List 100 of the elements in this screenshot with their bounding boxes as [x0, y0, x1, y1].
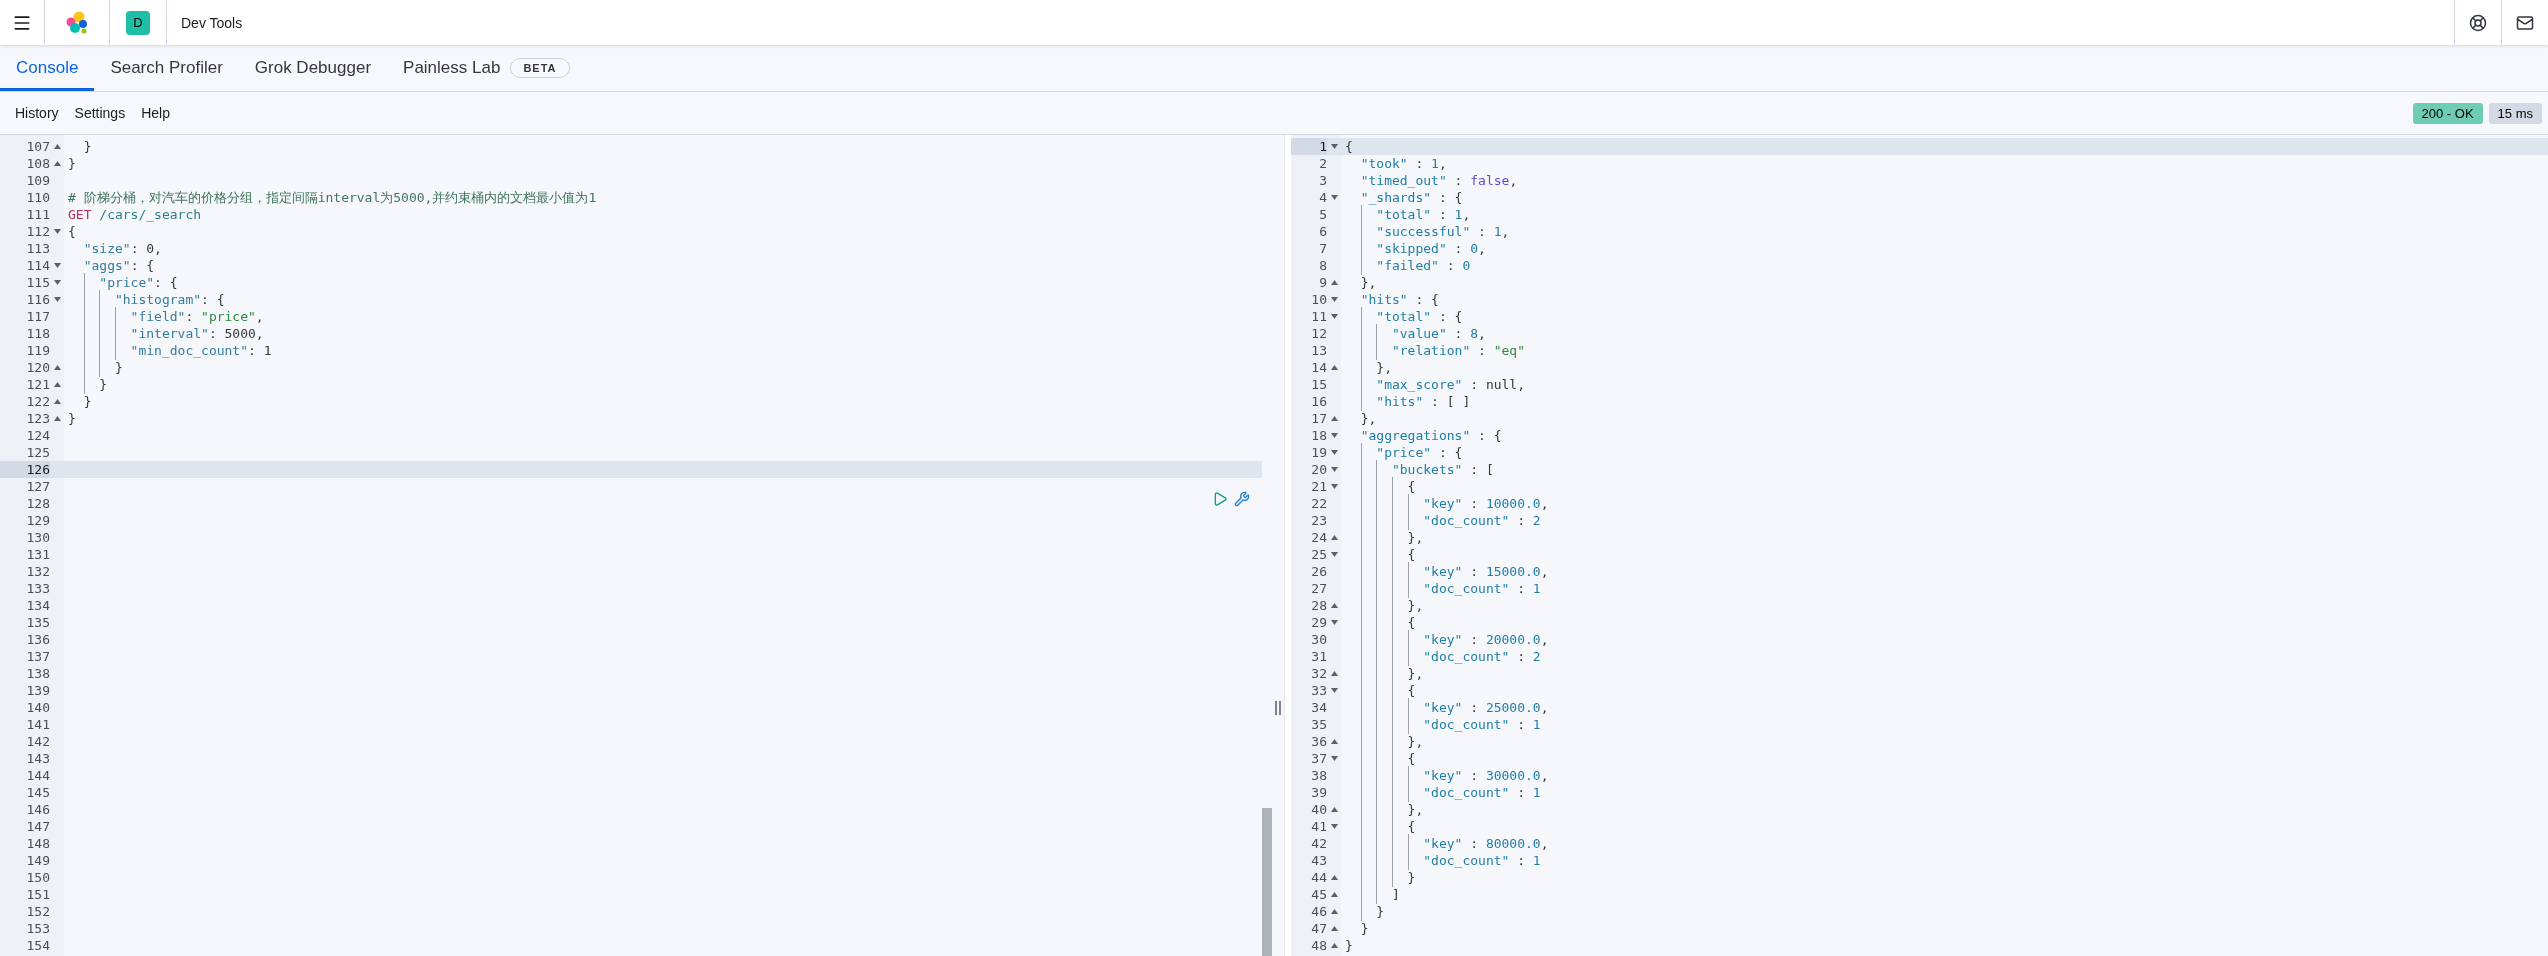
fold-caret-down-icon[interactable]	[53, 280, 61, 285]
line-number: 128	[25, 495, 50, 512]
fold-caret-down-icon[interactable]	[1330, 484, 1338, 489]
line-number: 130	[25, 529, 50, 546]
code-line: },	[1341, 734, 1424, 749]
code-line: {	[1341, 479, 1416, 494]
toolbar-link[interactable]: Settings	[74, 105, 126, 121]
line-number: 4	[1318, 189, 1327, 206]
fold-caret-up-icon[interactable]	[1330, 280, 1338, 285]
code-line: },	[1341, 666, 1424, 681]
fold-caret-up-icon[interactable]	[53, 382, 61, 387]
fold-caret-up-icon[interactable]	[53, 416, 61, 421]
scrollbar-thumb[interactable]	[1262, 808, 1272, 956]
line-number: 23	[1310, 512, 1327, 529]
fold-caret-up-icon[interactable]	[1330, 739, 1338, 744]
fold-caret-up-icon[interactable]	[1330, 909, 1338, 914]
fold-caret-up-icon[interactable]	[1330, 892, 1338, 897]
line-number: 148	[25, 835, 50, 852]
fold-caret-down-icon[interactable]	[1330, 620, 1338, 625]
tab[interactable]: Grok Debugger	[238, 45, 388, 91]
line-number: 125	[25, 444, 50, 461]
line-number: 122	[25, 393, 50, 410]
fold-caret-down-icon[interactable]	[1330, 314, 1338, 319]
line-number: 137	[25, 648, 50, 665]
fold-caret-down-icon[interactable]	[1330, 467, 1338, 472]
fold-caret-down-icon[interactable]	[1330, 433, 1338, 438]
fold-caret-down-icon[interactable]	[1330, 450, 1338, 455]
fold-caret-up-icon[interactable]	[53, 161, 61, 166]
code-line: "_shards" : {	[1359, 190, 1463, 205]
fold-caret-down-icon[interactable]	[1330, 297, 1338, 302]
code-line: "key" : 20000.0,	[1341, 632, 1549, 647]
line-number: 25	[1310, 546, 1327, 563]
line-number: 44	[1310, 869, 1327, 886]
line-number: 115	[25, 274, 50, 291]
play-icon[interactable]	[1212, 491, 1228, 507]
fold-caret-up-icon[interactable]	[1330, 535, 1338, 540]
wrench-icon[interactable]	[1234, 491, 1250, 507]
fold-caret-up-icon[interactable]	[1330, 365, 1338, 370]
line-number: 35	[1310, 716, 1327, 733]
code-line: "field": "price",	[64, 309, 264, 324]
tab[interactable]: Search Profiler	[94, 45, 239, 91]
code-line: },	[1359, 275, 1377, 290]
code-line: "key" : 10000.0,	[1341, 496, 1549, 511]
fold-caret-down-icon[interactable]	[53, 263, 61, 268]
line-number: 123	[25, 410, 50, 427]
line-number: 116	[25, 291, 50, 308]
fold-caret-up-icon[interactable]	[53, 144, 61, 149]
line-number: 26	[1310, 563, 1327, 580]
code-line: "doc_count" : 1	[1341, 785, 1541, 800]
line-number: 141	[25, 716, 50, 733]
line-number: 21	[1310, 478, 1327, 495]
toolbar-link[interactable]: History	[15, 105, 59, 121]
fold-caret-up-icon[interactable]	[53, 365, 61, 370]
fold-caret-up-icon[interactable]	[1330, 926, 1338, 931]
line-number: 126	[0, 461, 50, 478]
line-number: 3	[1318, 172, 1327, 189]
code-line: "max_score" : null,	[1341, 377, 1526, 392]
code-line: },	[1341, 598, 1424, 613]
code-line: "key" : 25000.0,	[1341, 700, 1549, 715]
fold-caret-down-icon[interactable]	[53, 297, 61, 302]
fold-caret-up-icon[interactable]	[1330, 943, 1338, 948]
code-line: "size": 0,	[82, 241, 162, 256]
fold-caret-up-icon[interactable]	[1330, 671, 1338, 676]
fold-caret-down-icon[interactable]	[1330, 824, 1338, 829]
help-icon[interactable]	[2469, 13, 2487, 32]
toolbar-link[interactable]: Help	[141, 105, 170, 121]
fold-caret-down-icon[interactable]	[1330, 144, 1338, 149]
line-number: 2	[1318, 155, 1327, 172]
line-number: 13	[1310, 342, 1327, 359]
resize-handle-icon[interactable]	[1275, 701, 1281, 715]
line-number: 18	[1310, 427, 1327, 444]
fold-caret-up-icon[interactable]	[1330, 807, 1338, 812]
space-avatar[interactable]: D	[126, 10, 150, 35]
line-number: 124	[25, 427, 50, 444]
fold-caret-down-icon[interactable]	[1330, 756, 1338, 761]
fold-caret-down-icon[interactable]	[1330, 688, 1338, 693]
code-line: "price": {	[64, 275, 178, 290]
fold-caret-up-icon[interactable]	[1330, 603, 1338, 608]
code-line: }	[1344, 938, 1353, 953]
line-number: 127	[25, 478, 50, 495]
mail-icon[interactable]	[2516, 13, 2534, 32]
fold-caret-down-icon[interactable]	[1330, 195, 1338, 200]
line-number: 142	[25, 733, 50, 750]
line-number: 42	[1310, 835, 1327, 852]
code-line: }	[82, 394, 92, 409]
fold-caret-up-icon[interactable]	[1330, 416, 1338, 421]
code-line: "doc_count" : 1	[1341, 717, 1541, 732]
code-line: "total" : {	[1341, 309, 1463, 324]
fold-caret-up-icon[interactable]	[1330, 875, 1338, 880]
line-number: 140	[25, 699, 50, 716]
code-line: }	[64, 360, 123, 375]
fold-caret-down-icon[interactable]	[53, 229, 61, 234]
logo-icon[interactable]	[65, 10, 89, 35]
code-line: {	[1341, 683, 1416, 698]
line-number: 143	[25, 750, 50, 767]
tab[interactable]: Painless Lab BETA	[387, 45, 586, 91]
fold-caret-up-icon[interactable]	[53, 399, 61, 404]
code-line: "timed_out" : false,	[1359, 173, 1518, 188]
fold-caret-down-icon[interactable]	[1330, 552, 1338, 557]
line-number: 14	[1310, 359, 1327, 376]
